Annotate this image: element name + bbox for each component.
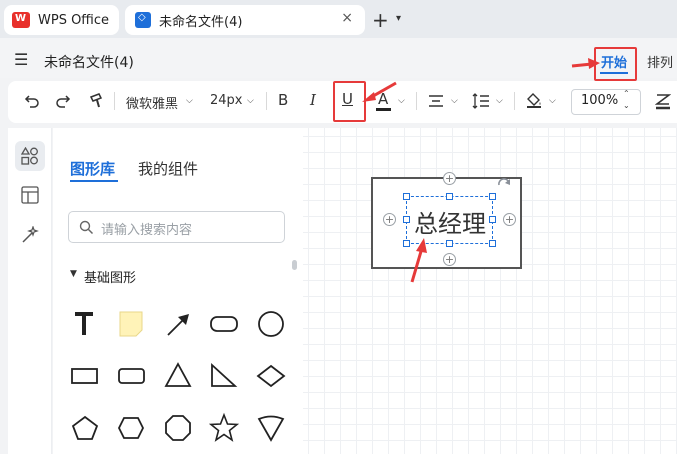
line-style-icon[interactable]: [655, 92, 671, 110]
tab-my-components[interactable]: 我的组件: [138, 158, 198, 179]
annotation-arrow-text: [410, 238, 427, 283]
shape-triangle[interactable]: [164, 362, 192, 387]
chevron-down-icon[interactable]: ⌵: [549, 96, 556, 106]
document-title[interactable]: 未命名文件(4): [44, 52, 134, 72]
tab-active-indicator: [70, 180, 118, 182]
shape-rounded-rectangle[interactable]: [210, 316, 238, 332]
shape-octagon[interactable]: [165, 415, 191, 441]
shapes-icon[interactable]: [21, 147, 39, 165]
shape-diamond[interactable]: [256, 364, 286, 388]
chevron-down-icon[interactable]: ⌵: [247, 96, 254, 106]
chevron-down-icon[interactable]: ▾: [396, 13, 401, 24]
redo-icon[interactable]: [55, 93, 71, 109]
resize-handle[interactable]: [489, 240, 496, 247]
connect-point-icon[interactable]: +: [383, 213, 396, 226]
shape-label-text[interactable]: 总经理: [414, 204, 486, 239]
shape-hexagon[interactable]: [117, 417, 145, 439]
font-size-select[interactable]: 24px: [210, 93, 243, 108]
shape-right-triangle[interactable]: [211, 362, 238, 387]
section-basic-shapes[interactable]: 基础图形: [84, 267, 136, 286]
toolbar-divider: [114, 92, 115, 110]
annotation-arrow-underline: [362, 81, 397, 102]
toolbar-divider: [514, 92, 515, 110]
undo-icon[interactable]: [24, 93, 40, 109]
tab-wps-office[interactable]: WPS Office: [4, 5, 119, 35]
zoom-value: 100%: [581, 93, 619, 108]
hamburger-menu-icon[interactable]: ☰: [14, 50, 28, 69]
chevron-down-icon[interactable]: ⌵: [186, 96, 193, 106]
chevron-down-icon[interactable]: ⌵: [451, 96, 458, 106]
template-icon[interactable]: [21, 186, 39, 204]
resize-handle[interactable]: [489, 216, 496, 223]
format-painter-icon[interactable]: [88, 92, 106, 110]
resize-handle[interactable]: [446, 193, 453, 200]
new-tab-icon[interactable]: +: [372, 8, 389, 32]
shape-arrow[interactable]: [167, 314, 189, 336]
close-tab-icon[interactable]: ×: [341, 10, 353, 26]
line-spacing-icon[interactable]: [472, 92, 490, 110]
shape-pentagon[interactable]: [71, 415, 99, 440]
wps-logo-icon: [12, 12, 30, 28]
zoom-down-icon[interactable]: ⌄: [623, 101, 630, 110]
resize-handle[interactable]: [403, 216, 410, 223]
search-placeholder: 请输入搜索内容: [101, 223, 193, 238]
tab-document-label: 未命名文件(4): [159, 14, 243, 30]
shape-note[interactable]: [119, 311, 143, 337]
shape-funnel[interactable]: [257, 415, 285, 442]
menu-arrange[interactable]: 排列: [647, 52, 673, 71]
shape-grid: [71, 311, 286, 442]
chevron-down-icon[interactable]: ⌵: [398, 96, 405, 106]
resize-handle[interactable]: [446, 240, 453, 247]
italic-button[interactable]: I: [310, 91, 316, 109]
shape-rectangle[interactable]: [71, 368, 98, 384]
panel-scrollbar[interactable]: [292, 260, 297, 270]
zoom-up-icon[interactable]: ⌃: [623, 89, 630, 98]
font-color-swatch: [376, 108, 391, 111]
resize-handle[interactable]: [403, 193, 410, 200]
magic-wand-icon[interactable]: [21, 226, 39, 244]
toolbar-divider: [416, 92, 417, 110]
shape-text[interactable]: [75, 312, 93, 335]
bold-button[interactable]: B: [278, 91, 288, 109]
shape-star[interactable]: [208, 412, 240, 442]
flowchart-doc-icon: [135, 12, 151, 28]
align-center-icon[interactable]: [428, 94, 444, 108]
resize-handle[interactable]: [489, 193, 496, 200]
fill-bucket-icon[interactable]: [525, 91, 543, 109]
connect-point-icon[interactable]: +: [503, 213, 516, 226]
shape-circle[interactable]: [258, 311, 284, 337]
caret-down-icon[interactable]: ▼: [70, 269, 77, 279]
connect-point-icon[interactable]: +: [443, 253, 456, 266]
font-family-select[interactable]: 微软雅黑: [126, 93, 178, 112]
tab-shape-library[interactable]: 图形库: [70, 158, 115, 179]
chevron-down-icon[interactable]: ⌵: [496, 96, 503, 106]
tab-document[interactable]: 未命名文件(4) ×: [125, 5, 365, 35]
tab-wps-label: WPS Office: [38, 12, 110, 28]
connect-point-icon[interactable]: +: [443, 172, 456, 185]
left-icon-rail: [8, 128, 52, 454]
rotate-handle-icon[interactable]: [496, 178, 512, 192]
search-icon: [79, 220, 94, 235]
annotation-arrow-start: [571, 58, 600, 69]
toolbar-divider: [266, 92, 267, 110]
shape-rounded-rectangle-2[interactable]: [118, 368, 145, 384]
